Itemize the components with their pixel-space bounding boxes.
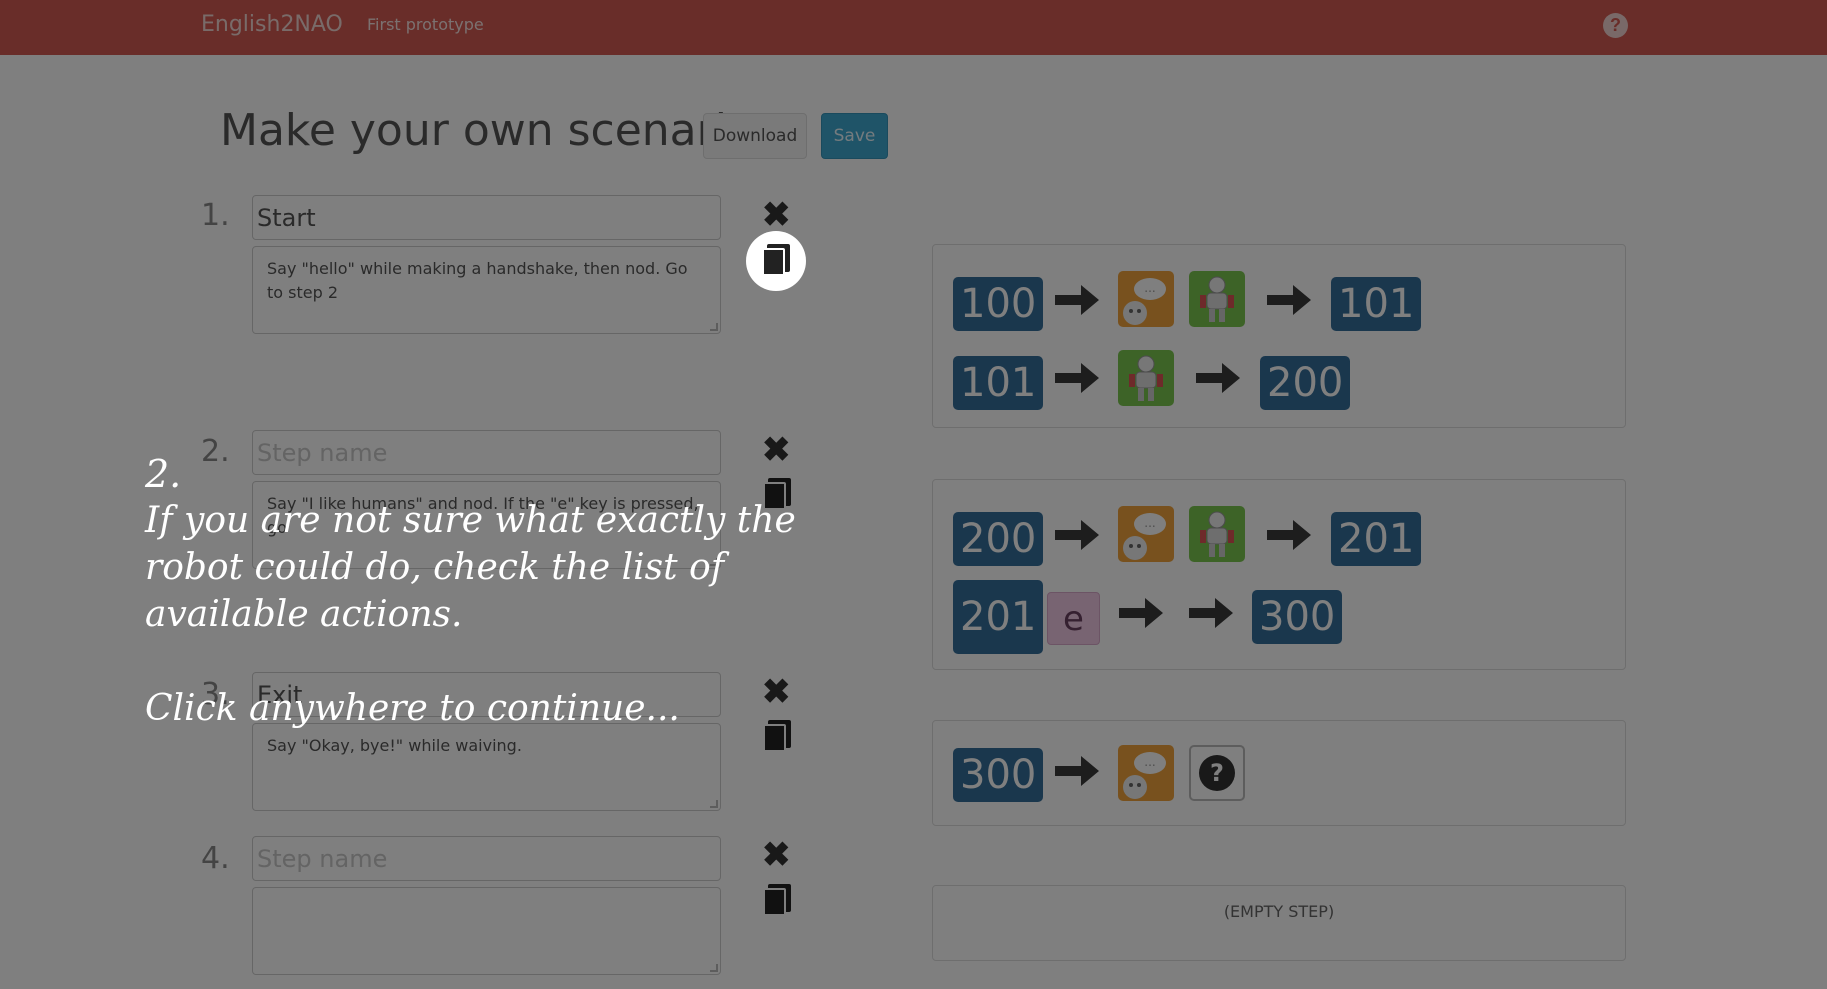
tutorial-hint: 2. If you are not sure what exactly the … xyxy=(145,451,885,732)
highlighted-actions-button[interactable] xyxy=(746,231,806,291)
hint-step-number: 2. xyxy=(145,452,182,496)
actions-book-icon[interactable] xyxy=(762,244,790,276)
hint-continue-text[interactable]: Click anywhere to continue... xyxy=(145,685,885,732)
hint-text: If you are not sure what exactly the rob… xyxy=(145,500,796,635)
